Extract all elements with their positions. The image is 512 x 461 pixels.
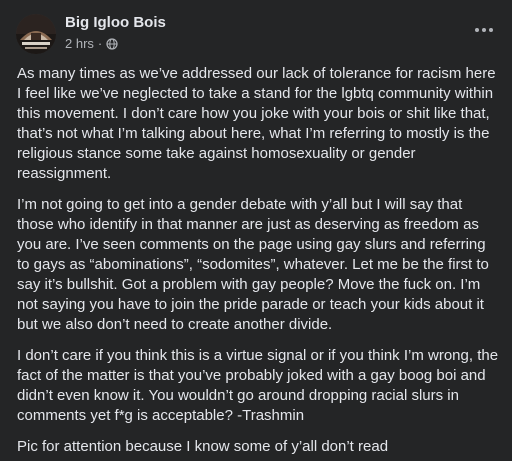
more-options-icon[interactable] <box>470 18 498 42</box>
post-paragraph: I’m not going to get into a gender debat… <box>17 196 489 333</box>
post-paragraph: Pic for attention because I know some of… <box>17 438 389 455</box>
post-meta: 2 hrs · <box>65 36 118 51</box>
post-timestamp[interactable]: 2 hrs <box>65 36 94 51</box>
author-name[interactable]: Big Igloo Bois <box>65 14 166 31</box>
globe-icon[interactable] <box>106 37 118 50</box>
post-paragraph: As many times as we’ve addressed our lac… <box>17 65 496 182</box>
post-paragraph: I don’t care if you think this is a virt… <box>17 347 499 424</box>
meta-separator: · <box>97 36 103 51</box>
avatar[interactable] <box>16 14 56 54</box>
post-body: As many times as we’ve addressed our lac… <box>17 64 501 457</box>
